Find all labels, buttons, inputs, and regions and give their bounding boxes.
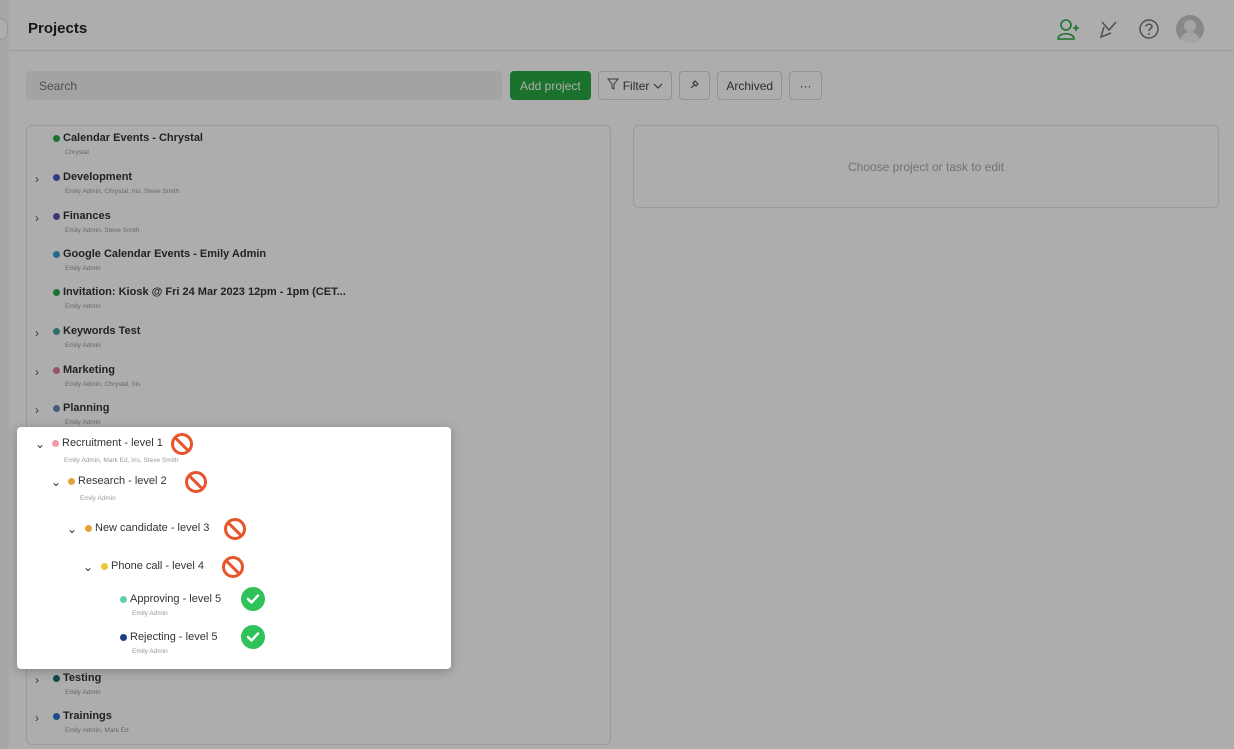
- color-dot: [120, 633, 127, 641]
- tree-node-label: Recruitment - level 1: [52, 437, 163, 449]
- color-dot: [101, 562, 108, 570]
- tree-node-label: Rejecting - level 5: [120, 631, 217, 643]
- forbidden-icon: [224, 518, 246, 540]
- color-dot: [120, 595, 127, 603]
- color-dot: [85, 524, 92, 532]
- color-dot: [68, 477, 75, 485]
- tree-node-members: Emily Admin: [132, 610, 168, 617]
- color-dot: [52, 439, 59, 447]
- check-icon: [241, 587, 265, 611]
- tree-node-label: Phone call - level 4: [101, 560, 204, 572]
- chevron-down-icon[interactable]: ⌄: [35, 437, 45, 451]
- forbidden-icon: [185, 471, 207, 493]
- tree-node-label: Approving - level 5: [120, 593, 221, 605]
- forbidden-icon: [171, 433, 193, 455]
- chevron-down-icon[interactable]: ⌄: [67, 522, 77, 536]
- tree-node-label: New candidate - level 3: [85, 522, 209, 534]
- tree-node-members: Emily Admin, Mark Ed, Iris, Steve Smith: [64, 457, 179, 464]
- tree-node-members: Emily Admin: [80, 495, 116, 502]
- tree-node-members: Emily Admin: [132, 648, 168, 655]
- chevron-down-icon[interactable]: ⌄: [51, 475, 61, 489]
- forbidden-icon: [222, 556, 244, 578]
- hierarchy-popup: ⌄ Recruitment - level 1 Emily Admin, Mar…: [17, 427, 451, 669]
- chevron-down-icon[interactable]: ⌄: [83, 560, 93, 574]
- check-icon: [241, 625, 265, 649]
- tree-node-label: Research - level 2: [68, 475, 167, 487]
